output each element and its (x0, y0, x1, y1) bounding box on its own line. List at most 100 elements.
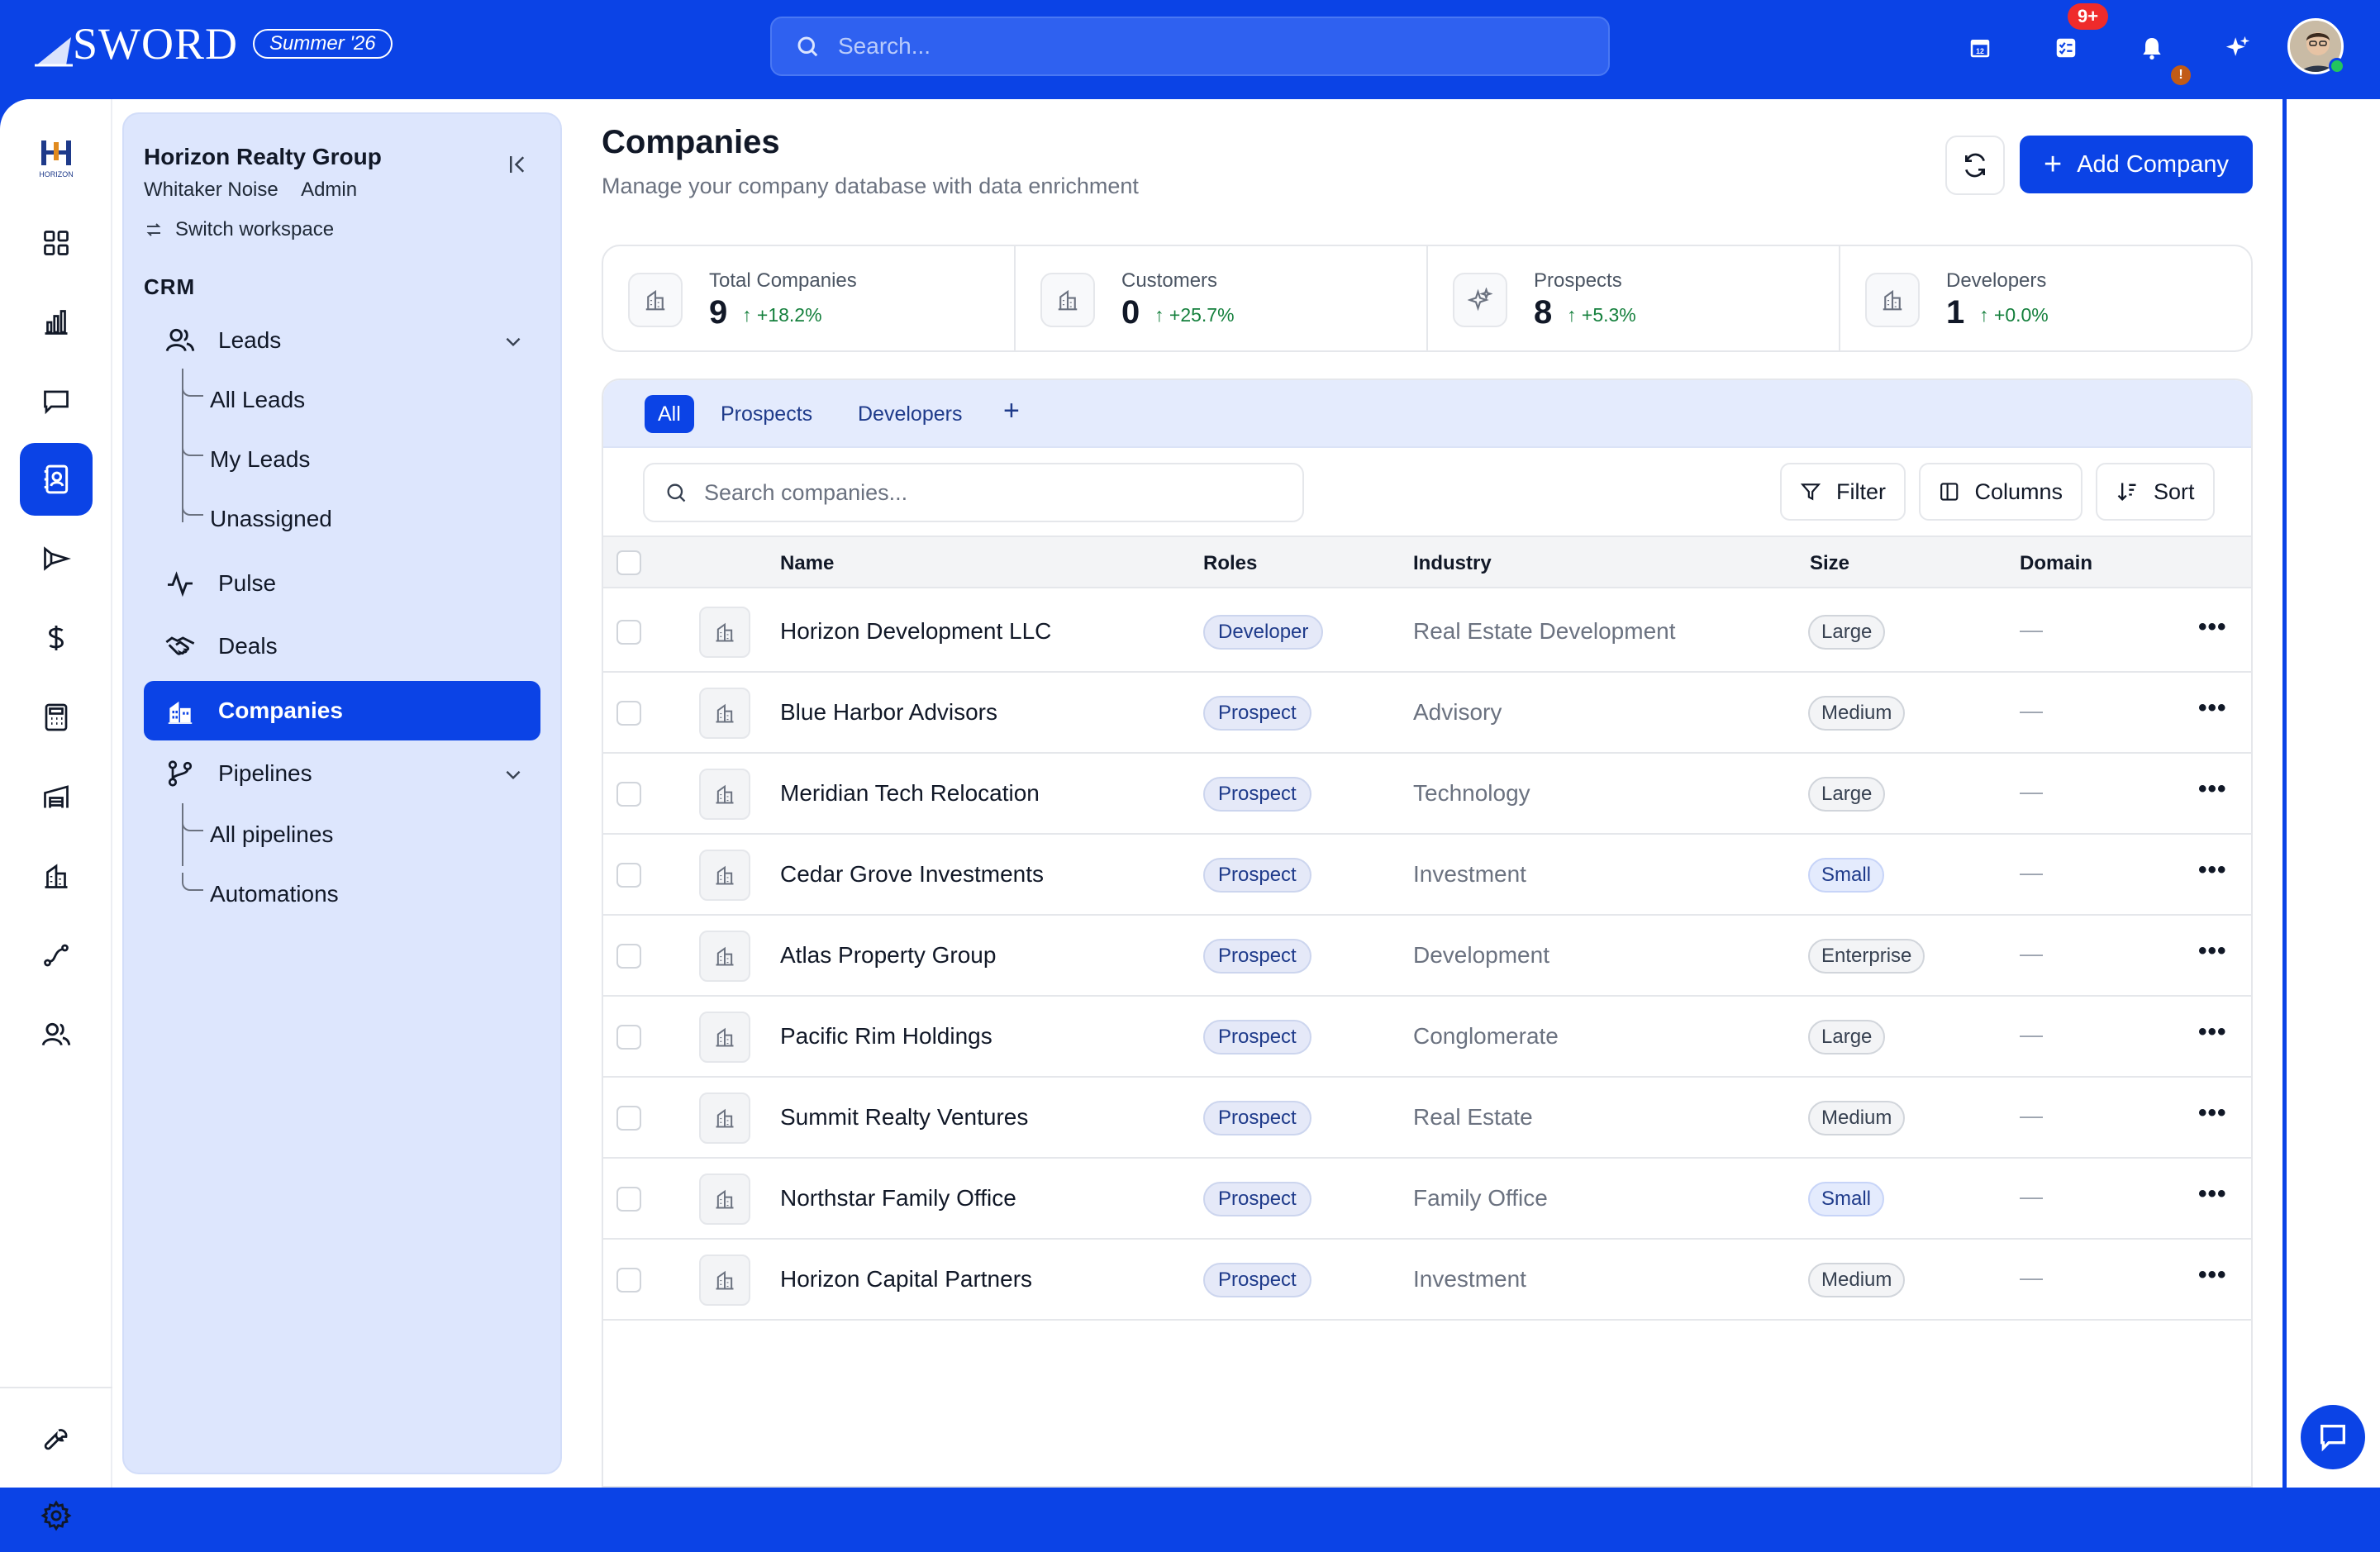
row-actions-icon[interactable]: ••• (2198, 856, 2227, 884)
route-icon (44, 944, 69, 967)
row-actions-icon[interactable]: ••• (2198, 1099, 2227, 1127)
company-search-input[interactable]: Search companies... (643, 463, 1304, 522)
rail-routes[interactable] (20, 919, 93, 992)
calendar-icon[interactable]: 12 (1962, 30, 1998, 66)
bell-icon[interactable] (2134, 30, 2170, 66)
column-header-roles[interactable]: Roles (1203, 552, 1257, 575)
column-header-industry[interactable]: Industry (1413, 552, 1492, 575)
row-actions-icon[interactable]: ••• (2198, 1018, 2227, 1046)
company-name[interactable]: Meridian Tech Relocation (780, 780, 1040, 807)
collapse-sidebar-icon[interactable] (506, 152, 531, 181)
row-actions-icon[interactable]: ••• (2198, 775, 2227, 803)
filter-button[interactable]: Filter (1780, 463, 1906, 521)
company-name[interactable]: Pacific Rim Holdings (780, 1023, 992, 1050)
industry-cell: Conglomerate (1413, 1023, 1559, 1049)
tab-developers[interactable]: Developers (845, 395, 975, 433)
rail-calculator[interactable] (20, 681, 93, 754)
chevron-down-icon[interactable] (502, 764, 524, 785)
megaphone-icon (44, 546, 71, 571)
columns-button[interactable]: Columns (1919, 463, 2082, 521)
table-row[interactable]: Meridian Tech Relocation Prospect Technolo… (603, 754, 2251, 835)
rail-dashboard[interactable] (20, 207, 93, 279)
horizon-logo-icon[interactable]: HORIZON (30, 134, 83, 187)
sidebar-item-companies[interactable]: Companies (144, 681, 540, 740)
rail-settings[interactable] (20, 1479, 93, 1552)
company-name[interactable]: Horizon Capital Partners (780, 1266, 1032, 1293)
row-checkbox[interactable] (616, 1187, 641, 1212)
chat-button[interactable] (2301, 1405, 2365, 1469)
sidebar-item-automations[interactable]: Automations (210, 881, 339, 907)
tab-all[interactable]: All (645, 395, 694, 433)
stat-value: 1 (1946, 294, 1965, 331)
tab-prospects[interactable]: Prospects (707, 395, 826, 433)
rail-messages[interactable] (20, 365, 93, 438)
company-logo-placeholder-icon (699, 1093, 750, 1144)
refresh-button[interactable] (1945, 136, 2005, 195)
sort-button[interactable]: Sort (2096, 463, 2215, 521)
row-checkbox[interactable] (616, 1106, 641, 1131)
tasks-icon[interactable] (2048, 30, 2084, 66)
row-checkbox[interactable] (616, 863, 641, 888)
table-row[interactable]: Pacific Rim Holdings Prospect Conglomerate… (603, 997, 2251, 1078)
gear-icon (40, 1500, 72, 1531)
column-header-size[interactable]: Size (1810, 552, 1849, 575)
rail-tools[interactable] (20, 1402, 93, 1474)
row-actions-icon[interactable]: ••• (2198, 694, 2227, 722)
rail-finance[interactable] (20, 602, 93, 674)
row-checkbox[interactable] (616, 701, 641, 726)
row-actions-icon[interactable]: ••• (2198, 937, 2227, 965)
row-actions-icon[interactable]: ••• (2198, 613, 2227, 641)
company-name[interactable]: Cedar Grove Investments (780, 861, 1044, 888)
rail-buildings[interactable] (20, 840, 93, 912)
rail-properties[interactable] (20, 760, 93, 833)
row-checkbox[interactable] (616, 782, 641, 807)
rail-analytics[interactable] (20, 286, 93, 359)
rail-campaigns[interactable] (20, 522, 93, 595)
table-row[interactable]: Summit Realty Ventures Prospect Real Estat… (603, 1078, 2251, 1159)
sidebar-item-pipelines[interactable]: Pipelines (144, 744, 540, 803)
section-label-crm: CRM (144, 274, 196, 299)
company-name[interactable]: Blue Harbor Advisors (780, 699, 997, 726)
global-search-input[interactable]: Search... (770, 17, 1610, 76)
ai-sparkle-icon[interactable] (2220, 30, 2256, 66)
switch-workspace-link[interactable]: Switch workspace (144, 218, 334, 241)
table-row[interactable]: Cedar Grove Investments Prospect Investmen… (603, 835, 2251, 916)
company-logo-placeholder-icon (699, 769, 750, 820)
rail-team[interactable] (20, 998, 93, 1071)
table-row[interactable]: Horizon Development LLC Developer Real Est… (603, 592, 2251, 673)
company-logo-placeholder-icon (699, 1012, 750, 1063)
sidebar-item-leads[interactable]: Leads (144, 311, 540, 370)
table-row[interactable]: Northstar Family Office Prospect Family Of… (603, 1159, 2251, 1240)
row-actions-icon[interactable]: ••• (2198, 1261, 2227, 1289)
column-header-domain[interactable]: Domain (2020, 552, 2092, 575)
row-checkbox[interactable] (616, 944, 641, 969)
company-name[interactable]: Summit Realty Ventures (780, 1104, 1028, 1131)
row-checkbox[interactable] (616, 1268, 641, 1293)
row-checkbox[interactable] (616, 1025, 641, 1050)
chevron-down-icon[interactable] (502, 331, 524, 352)
brand-logo[interactable]: SWORD Summer '26 (33, 18, 393, 69)
table-header: Name Roles Industry Size Domain (603, 536, 2251, 588)
table-row[interactable]: Blue Harbor Advisors Prospect Advisory Medi… (603, 673, 2251, 754)
size-badge: Small (1808, 858, 1885, 893)
table-row[interactable]: Horizon Capital Partners Prospect Investme… (603, 1240, 2251, 1321)
sidebar-item-deals[interactable]: Deals (144, 617, 540, 676)
sidebar-item-all-pipelines[interactable]: All pipelines (210, 821, 333, 848)
column-header-name[interactable]: Name (780, 552, 834, 575)
sidebar-item-label: Pipelines (218, 760, 312, 786)
select-all-checkbox[interactable] (616, 550, 641, 575)
sidebar-item-pulse[interactable]: Pulse (144, 554, 540, 613)
company-name[interactable]: Atlas Property Group (780, 942, 996, 969)
sidebar-item-all-leads[interactable]: All Leads (210, 387, 305, 413)
sidebar-item-my-leads[interactable]: My Leads (210, 446, 310, 473)
company-name[interactable]: Northstar Family Office (780, 1185, 1016, 1212)
sidebar-item-unassigned[interactable]: Unassigned (210, 506, 332, 532)
row-actions-icon[interactable]: ••• (2198, 1180, 2227, 1208)
columns-icon (1940, 483, 1959, 501)
table-row[interactable]: Atlas Property Group Prospect Development E… (603, 916, 2251, 997)
add-tab-button[interactable]: + (1003, 395, 1020, 427)
add-company-button[interactable]: + Add Company (2020, 136, 2253, 193)
row-checkbox[interactable] (616, 620, 641, 645)
company-name[interactable]: Horizon Development LLC (780, 618, 1051, 645)
rail-contacts[interactable] (20, 443, 93, 516)
